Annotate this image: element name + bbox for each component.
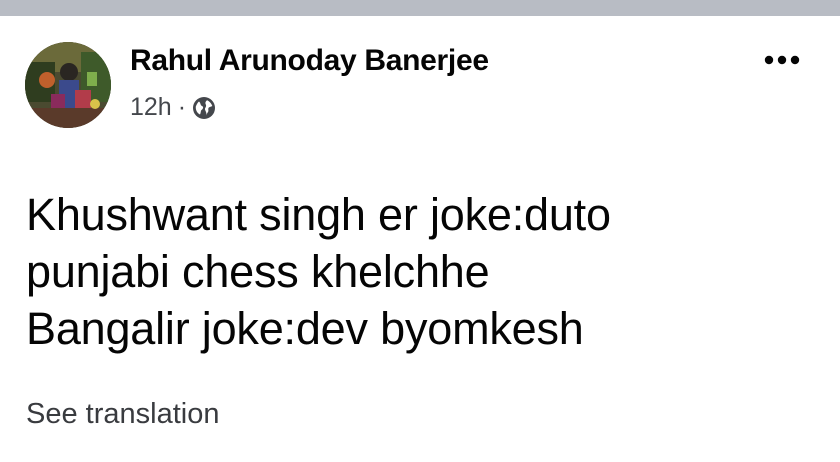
author-name[interactable]: Rahul Arunoday Banerjee — [130, 44, 489, 78]
meta-separator: · — [177, 92, 187, 121]
post-text-line: punjabi chess khelchhe — [26, 246, 490, 297]
post-meta: 12h · — [130, 92, 216, 122]
more-horizontal-icon — [764, 55, 800, 65]
avatar-photo — [25, 42, 111, 128]
post-text-line: Bangalir joke:dev byomkesh — [26, 303, 584, 354]
globe-icon[interactable] — [192, 96, 216, 120]
see-translation-link[interactable]: See translation — [26, 398, 219, 431]
avatar[interactable] — [25, 42, 111, 128]
post-timestamp[interactable]: 12h — [130, 93, 172, 122]
post-body: Khushwant singh er joke:duto punjabi che… — [26, 186, 826, 357]
post-text-line: Khushwant singh er joke:duto — [26, 189, 611, 240]
more-options-button[interactable] — [760, 46, 804, 74]
top-status-bar — [0, 0, 840, 16]
